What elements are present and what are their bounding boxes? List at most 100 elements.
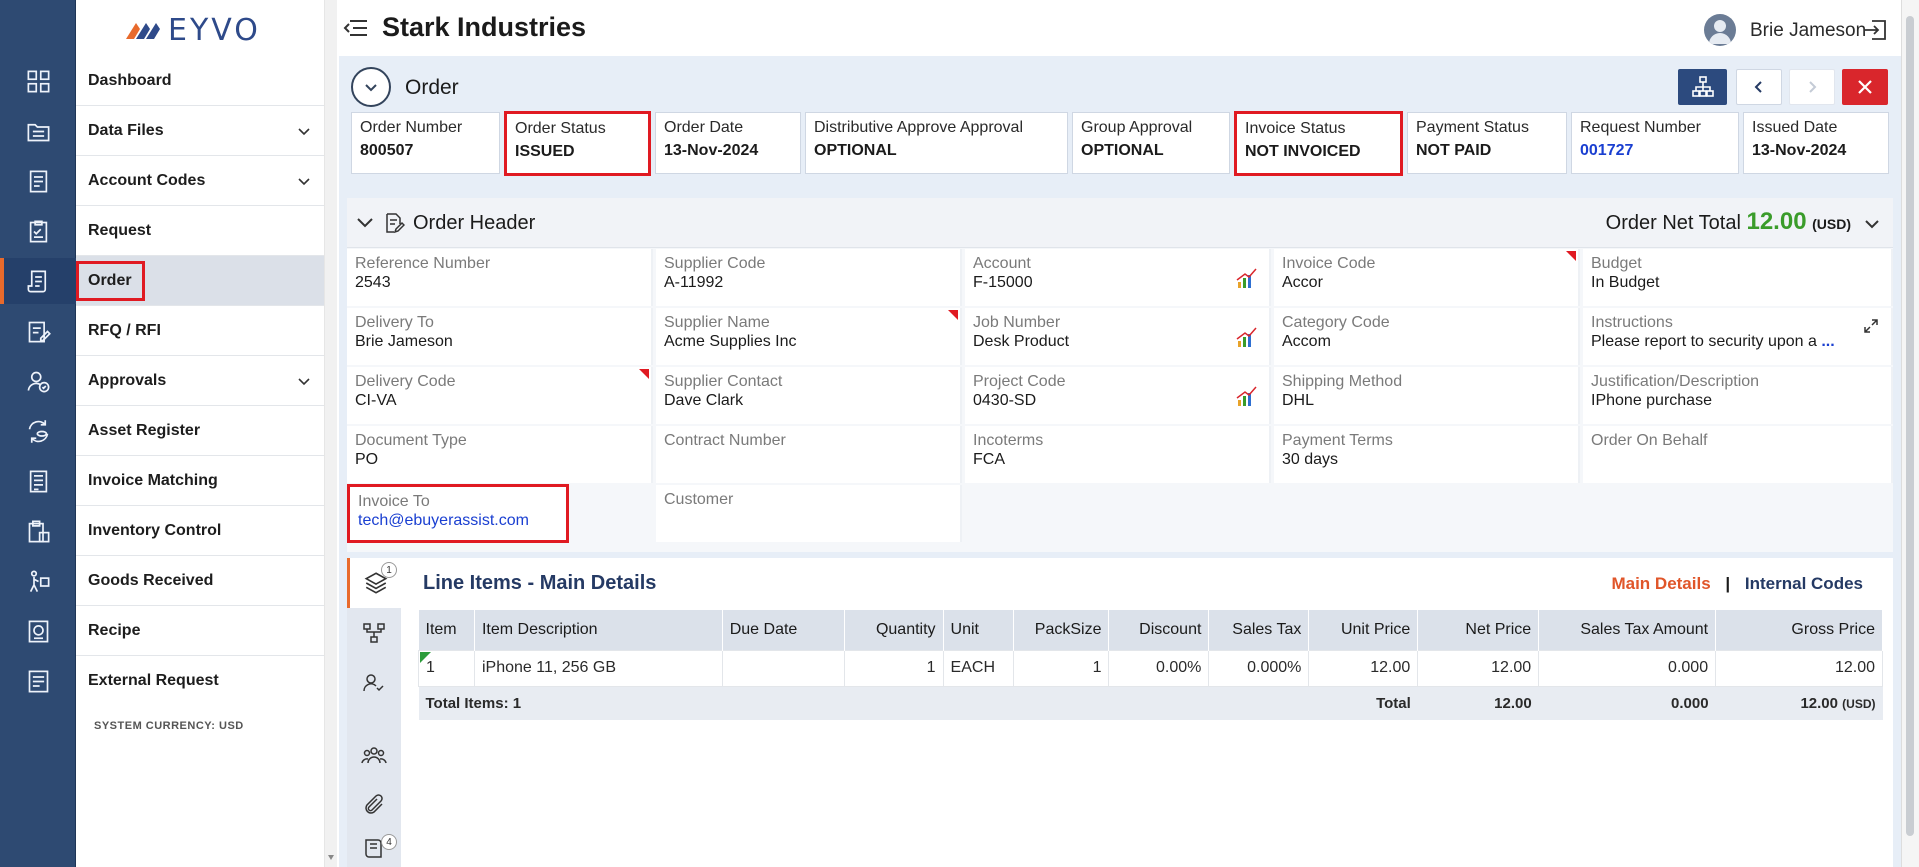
column-header[interactable]: Item: [418, 610, 475, 650]
field-value: F-15000: [973, 274, 1033, 291]
chevron-down-icon[interactable]: [1863, 215, 1881, 233]
sidebar-item-external-request[interactable]: External Request: [76, 656, 324, 706]
field-label: Reference Number: [355, 255, 491, 272]
total-gross-value: 12.00: [1800, 694, 1838, 712]
sidebar-item-approvals[interactable]: Approvals: [76, 356, 324, 406]
previous-button[interactable]: [1736, 69, 1782, 105]
external-request-icon[interactable]: [0, 658, 76, 704]
column-header[interactable]: Discount: [1108, 610, 1210, 650]
dashboard-icon[interactable]: [0, 58, 76, 104]
sidebar-item-label: Data Files: [88, 121, 164, 139]
next-button[interactable]: [1789, 69, 1835, 105]
approvals-icon[interactable]: [0, 358, 76, 404]
column-header[interactable]: Sales Tax: [1208, 610, 1310, 650]
sidebar-item-recipe[interactable]: Recipe: [76, 606, 324, 656]
chevron-down-icon[interactable]: [355, 214, 375, 232]
tab-line-documents[interactable]: 4: [347, 830, 401, 867]
column-header[interactable]: Gross Price: [1715, 610, 1883, 650]
cell-gross-price: 12.00: [1715, 649, 1883, 687]
total-tax: 0.000: [1538, 686, 1716, 720]
sidebar-item-asset-register[interactable]: Asset Register: [76, 406, 324, 456]
column-header[interactable]: Item Description: [474, 610, 723, 650]
card-request-number[interactable]: Request Number 001727: [1571, 112, 1739, 174]
invoice-matching-icon[interactable]: [0, 458, 76, 504]
sidebar-item-request[interactable]: Request: [76, 206, 324, 256]
column-header[interactable]: Due Date: [722, 610, 845, 650]
sidebar-scrollbar[interactable]: [324, 0, 337, 867]
cell-unit-price: 12.00: [1308, 649, 1419, 687]
asset-register-icon[interactable]: [0, 408, 76, 454]
column-header[interactable]: Unit Price: [1308, 610, 1419, 650]
card-order-date: Order Date 13-Nov-2024: [655, 112, 801, 174]
field-supplier-name: Supplier Name Acme Supplies Inc: [656, 308, 962, 365]
tab-line-approver[interactable]: [347, 658, 401, 708]
user-name[interactable]: Brie Jameson: [1750, 20, 1866, 42]
page-scrollbar[interactable]: [1901, 0, 1919, 867]
chart-icon[interactable]: [1235, 325, 1259, 349]
field-value: 2543: [355, 274, 391, 291]
inventory-control-icon[interactable]: [0, 508, 76, 554]
paperclip-icon: [365, 794, 383, 814]
chart-icon[interactable]: [1235, 266, 1259, 290]
tab-line-attachments[interactable]: [347, 780, 401, 830]
main-details-link[interactable]: Main Details: [1611, 574, 1710, 593]
account-codes-icon[interactable]: [0, 158, 76, 204]
table-row[interactable]: 1 iPhone 11, 256 GB 1 EACH 1 0.00% 0.000…: [418, 649, 1883, 687]
card-distributive-approval: Distributive Approve Approval OPTIONAL: [805, 112, 1068, 174]
expand-icon[interactable]: [1861, 316, 1881, 336]
sidebar-item-label: Inventory Control: [88, 521, 222, 539]
request-number-link[interactable]: 001727: [1580, 142, 1730, 160]
rfq-icon[interactable]: [0, 308, 76, 354]
sidebar-item-invoice-matching[interactable]: Invoice Matching: [76, 456, 324, 506]
company-name: Stark Industries: [382, 12, 587, 42]
sidebar-item-label: Recipe: [88, 621, 141, 639]
column-header[interactable]: Net Price: [1417, 610, 1540, 650]
field-delivery-to: Delivery To Brie Jameson: [347, 308, 653, 365]
column-header[interactable]: Sales Tax Amount: [1538, 610, 1717, 650]
field-value: CI-VA: [355, 392, 397, 409]
hierarchy-button[interactable]: [1678, 69, 1727, 105]
field-label: Contract Number: [664, 432, 786, 449]
order-header-bar[interactable]: Order Header Order Net Total 12.00 (USD): [347, 198, 1893, 248]
tab-line-workflow[interactable]: [347, 608, 401, 658]
sidebar-item-account-codes[interactable]: Account Codes: [76, 156, 324, 206]
sidebar-item-inventory-control[interactable]: Inventory Control: [76, 506, 324, 556]
request-icon[interactable]: [0, 208, 76, 254]
sidebar-item-label: Approvals: [88, 371, 167, 389]
order-collapse-button[interactable]: [351, 67, 391, 107]
column-header[interactable]: Unit: [943, 610, 1014, 650]
internal-codes-link[interactable]: Internal Codes: [1745, 574, 1863, 593]
sidebar-item-order[interactable]: Order: [76, 256, 324, 306]
column-header[interactable]: PackSize: [1013, 610, 1110, 650]
collapse-menu-icon[interactable]: [341, 16, 369, 40]
chart-icon[interactable]: [1235, 384, 1259, 408]
logout-icon[interactable]: [1862, 18, 1888, 42]
sidebar-item-data-files[interactable]: Data Files: [76, 106, 324, 156]
close-button[interactable]: [1842, 69, 1888, 105]
sidebar-item-dashboard[interactable]: Dashboard: [76, 56, 324, 106]
goods-received-icon[interactable]: [0, 558, 76, 604]
order-icon[interactable]: [0, 258, 76, 304]
data-files-icon[interactable]: [0, 108, 76, 154]
field-label: Instructions: [1591, 314, 1673, 331]
card-label: Order Status: [515, 120, 606, 137]
card-value: 800507: [360, 142, 414, 159]
icon-rail: [0, 0, 76, 867]
eyvo-logo-mark-icon: [126, 23, 160, 39]
column-header[interactable]: Quantity: [844, 610, 944, 650]
tab-line-users[interactable]: [347, 730, 401, 780]
field-label: Category Code: [1282, 314, 1390, 331]
instructions-more-link[interactable]: ...: [1821, 333, 1834, 350]
field-label: Job Number: [973, 314, 1061, 331]
avatar[interactable]: [1704, 14, 1736, 46]
tab-line-details[interactable]: 1: [347, 558, 401, 608]
card-invoice-status: Invoice Status NOT INVOICED: [1234, 111, 1403, 176]
page-title: Order: [405, 76, 459, 99]
field-value: In Budget: [1591, 274, 1660, 291]
sidebar-item-rfq-rfi[interactable]: RFQ / RFI: [76, 306, 324, 356]
sidebar-item-goods-received[interactable]: Goods Received: [76, 556, 324, 606]
invoice-to-email-link[interactable]: tech@ebuyerassist.com: [358, 512, 558, 530]
field-value: FCA: [973, 451, 1005, 468]
field-document-type: Document Type PO: [347, 426, 653, 483]
recipe-icon[interactable]: [0, 608, 76, 654]
